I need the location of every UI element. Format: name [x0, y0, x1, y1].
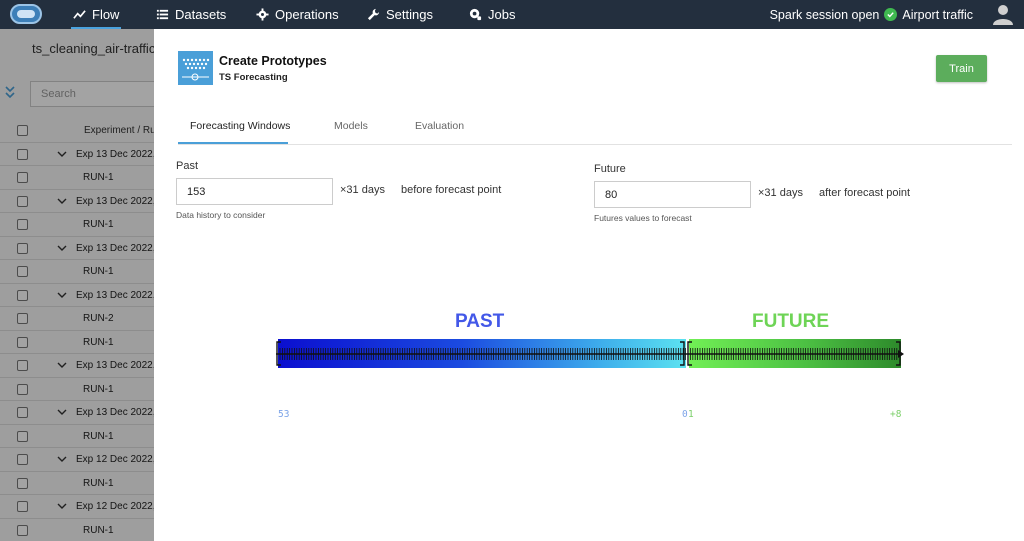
panel-title: Create Prototypes [219, 54, 327, 68]
past-help-text: Data history to consider [176, 210, 266, 220]
list-icon [156, 9, 169, 20]
future-help-text: Futures values to forecast [594, 213, 692, 223]
future-input[interactable] [594, 181, 751, 208]
nav-operations-label: Operations [275, 7, 339, 22]
nav-flow-label: Flow [92, 7, 120, 22]
nav-jobs[interactable]: Jobs [469, 0, 515, 29]
session-status-text: Spark session open [769, 7, 880, 22]
past-input[interactable] [176, 178, 333, 205]
tab-forecasting-windows[interactable]: Forecasting Windows [190, 120, 290, 132]
train-button[interactable]: Train [936, 55, 987, 82]
nav-datasets-label: Datasets [175, 7, 227, 22]
nav-jobs-label: Jobs [488, 7, 516, 22]
user-avatar-icon[interactable] [992, 3, 1014, 25]
nav-settings[interactable]: Settings [367, 0, 433, 29]
app-logo[interactable] [10, 4, 42, 24]
gear-icon [256, 8, 269, 21]
future-timeline-label: FUTURE [752, 311, 830, 332]
future-label: Future [594, 163, 626, 175]
nav-operations[interactable]: Operations [256, 0, 339, 29]
timeline-start-label: 53 [278, 409, 290, 420]
past-timeline-label: PAST [455, 311, 505, 332]
timeline-zero-label: 0 [682, 409, 688, 420]
past-label: Past [176, 160, 199, 172]
future-note: after forecast point [819, 187, 911, 199]
timeline-end-label: +8 [890, 409, 902, 420]
project-name[interactable]: Airport traffic [902, 8, 973, 22]
past-note: before forecast point [401, 184, 502, 196]
tab-models[interactable]: Models [334, 120, 368, 132]
tab-evaluation[interactable]: Evaluation [415, 120, 464, 132]
future-multiplier: ×31 days [758, 187, 803, 199]
wrench-icon [367, 8, 380, 21]
check-circle-icon [884, 8, 898, 21]
jobs-icon [469, 8, 482, 21]
timeline-one-label: 1 [688, 409, 694, 420]
timeline-ticks [276, 341, 904, 366]
tab-divider [178, 144, 1012, 145]
create-prototypes-panel: Create Prototypes TS Forecasting Train F… [154, 29, 1024, 541]
top-navbar: Flow Datasets Operations Settings Jobs S… [0, 0, 1024, 29]
nav-flow[interactable]: Flow [70, 0, 122, 29]
nav-settings-label: Settings [386, 7, 433, 22]
session-status: Spark session open Airport traffic [770, 0, 973, 29]
past-multiplier: ×31 days [340, 184, 385, 196]
timeline-arrow-icon [898, 350, 904, 358]
modal-backdrop[interactable] [0, 29, 154, 541]
nav-datasets[interactable]: Datasets [156, 0, 226, 29]
panel-subtitle: TS Forecasting [219, 72, 288, 83]
chart-line-icon [73, 10, 86, 19]
ts-forecasting-icon [178, 51, 213, 85]
